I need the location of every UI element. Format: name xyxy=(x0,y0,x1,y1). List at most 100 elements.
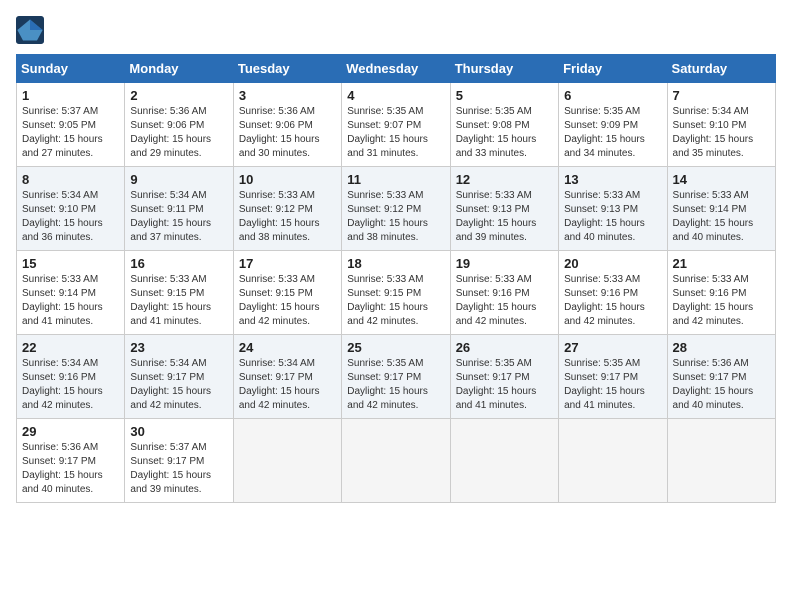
day-number: 3 xyxy=(239,88,336,103)
cell-info: Sunrise: 5:37 AMSunset: 9:05 PMDaylight:… xyxy=(22,105,119,161)
cell-info: Sunrise: 5:34 AMSunset: 9:16 PMDaylight:… xyxy=(22,357,119,413)
calendar-cell: 6 Sunrise: 5:35 AMSunset: 9:09 PMDaylight… xyxy=(559,83,667,167)
day-number: 17 xyxy=(239,256,336,271)
calendar-cell: 4 Sunrise: 5:35 AMSunset: 9:07 PMDaylight… xyxy=(342,83,450,167)
calendar-cell: 28 Sunrise: 5:36 AMSunset: 9:17 PMDayligh… xyxy=(667,335,775,419)
header-day-wednesday: Wednesday xyxy=(342,55,450,83)
calendar-cell: 8 Sunrise: 5:34 AMSunset: 9:10 PMDaylight… xyxy=(17,167,125,251)
cell-info: Sunrise: 5:36 AMSunset: 9:17 PMDaylight:… xyxy=(22,441,119,497)
calendar-cell: 30 Sunrise: 5:37 AMSunset: 9:17 PMDayligh… xyxy=(125,419,233,503)
calendar-cell xyxy=(559,419,667,503)
calendar-cell: 11 Sunrise: 5:33 AMSunset: 9:12 PMDayligh… xyxy=(342,167,450,251)
day-number: 11 xyxy=(347,172,444,187)
day-number: 27 xyxy=(564,340,661,355)
header-day-monday: Monday xyxy=(125,55,233,83)
day-number: 21 xyxy=(673,256,770,271)
cell-info: Sunrise: 5:35 AMSunset: 9:17 PMDaylight:… xyxy=(564,357,661,413)
calendar-cell: 2 Sunrise: 5:36 AMSunset: 9:06 PMDaylight… xyxy=(125,83,233,167)
cell-info: Sunrise: 5:33 AMSunset: 9:12 PMDaylight:… xyxy=(347,189,444,245)
cell-info: Sunrise: 5:34 AMSunset: 9:11 PMDaylight:… xyxy=(130,189,227,245)
week-row-3: 15 Sunrise: 5:33 AMSunset: 9:14 PMDayligh… xyxy=(17,251,776,335)
cell-info: Sunrise: 5:33 AMSunset: 9:14 PMDaylight:… xyxy=(673,189,770,245)
calendar-cell xyxy=(342,419,450,503)
header-day-saturday: Saturday xyxy=(667,55,775,83)
cell-info: Sunrise: 5:33 AMSunset: 9:16 PMDaylight:… xyxy=(564,273,661,329)
calendar-cell: 14 Sunrise: 5:33 AMSunset: 9:14 PMDayligh… xyxy=(667,167,775,251)
cell-info: Sunrise: 5:33 AMSunset: 9:15 PMDaylight:… xyxy=(239,273,336,329)
week-row-4: 22 Sunrise: 5:34 AMSunset: 9:16 PMDayligh… xyxy=(17,335,776,419)
day-number: 25 xyxy=(347,340,444,355)
calendar-cell xyxy=(233,419,341,503)
cell-info: Sunrise: 5:36 AMSunset: 9:06 PMDaylight:… xyxy=(239,105,336,161)
day-number: 10 xyxy=(239,172,336,187)
day-number: 14 xyxy=(673,172,770,187)
calendar-cell: 24Sunrise: 5:34 AMSunset: 9:17 PMDayligh… xyxy=(233,335,341,419)
calendar-cell: 12 Sunrise: 5:33 AMSunset: 9:13 PMDayligh… xyxy=(450,167,558,251)
day-number: 20 xyxy=(564,256,661,271)
day-number: 12 xyxy=(456,172,553,187)
calendar-cell: 16 Sunrise: 5:33 AMSunset: 9:15 PMDayligh… xyxy=(125,251,233,335)
cell-info: Sunrise: 5:35 AMSunset: 9:17 PMDaylight:… xyxy=(456,357,553,413)
cell-info: Sunrise: 5:33 AMSunset: 9:14 PMDaylight:… xyxy=(22,273,119,329)
calendar-cell: 27 Sunrise: 5:35 AMSunset: 9:17 PMDayligh… xyxy=(559,335,667,419)
calendar-cell: 18 Sunrise: 5:33 AMSunset: 9:15 PMDayligh… xyxy=(342,251,450,335)
cell-info: Sunrise: 5:33 AMSunset: 9:15 PMDaylight:… xyxy=(347,273,444,329)
day-number: 28 xyxy=(673,340,770,355)
day-number: 30 xyxy=(130,424,227,439)
calendar-cell: 22 Sunrise: 5:34 AMSunset: 9:16 PMDayligh… xyxy=(17,335,125,419)
day-number: 5 xyxy=(456,88,553,103)
header-day-sunday: Sunday xyxy=(17,55,125,83)
day-number: 26 xyxy=(456,340,553,355)
week-row-5: 29 Sunrise: 5:36 AMSunset: 9:17 PMDayligh… xyxy=(17,419,776,503)
cell-info: Sunrise: 5:33 AMSunset: 9:16 PMDaylight:… xyxy=(456,273,553,329)
cell-info: Sunrise: 5:36 AMSunset: 9:06 PMDaylight:… xyxy=(130,105,227,161)
header xyxy=(16,16,776,44)
day-number: 13 xyxy=(564,172,661,187)
calendar-cell: 10 Sunrise: 5:33 AMSunset: 9:12 PMDayligh… xyxy=(233,167,341,251)
cell-info: Sunrise: 5:33 AMSunset: 9:16 PMDaylight:… xyxy=(673,273,770,329)
calendar-cell: 1Sunrise: 5:37 AMSunset: 9:05 PMDaylight… xyxy=(17,83,125,167)
calendar-table: SundayMondayTuesdayWednesdayThursdayFrid… xyxy=(16,54,776,503)
day-number: 19 xyxy=(456,256,553,271)
day-number: 22 xyxy=(22,340,119,355)
logo-icon xyxy=(16,16,44,44)
cell-info: Sunrise: 5:35 AMSunset: 9:09 PMDaylight:… xyxy=(564,105,661,161)
day-number: 9 xyxy=(130,172,227,187)
day-number: 4 xyxy=(347,88,444,103)
day-number: 2 xyxy=(130,88,227,103)
cell-info: Sunrise: 5:36 AMSunset: 9:17 PMDaylight:… xyxy=(673,357,770,413)
header-day-friday: Friday xyxy=(559,55,667,83)
cell-info: Sunrise: 5:37 AMSunset: 9:17 PMDaylight:… xyxy=(130,441,227,497)
calendar-cell: 15 Sunrise: 5:33 AMSunset: 9:14 PMDayligh… xyxy=(17,251,125,335)
logo xyxy=(16,16,48,44)
day-number: 16 xyxy=(130,256,227,271)
day-number: 8 xyxy=(22,172,119,187)
cell-info: Sunrise: 5:35 AMSunset: 9:17 PMDaylight:… xyxy=(347,357,444,413)
day-number: 6 xyxy=(564,88,661,103)
day-number: 23 xyxy=(130,340,227,355)
cell-info: Sunrise: 5:34 AMSunset: 9:10 PMDaylight:… xyxy=(22,189,119,245)
cell-info: Sunrise: 5:34 AMSunset: 9:17 PMDaylight:… xyxy=(130,357,227,413)
day-number: 7 xyxy=(673,88,770,103)
cell-info: Sunrise: 5:35 AMSunset: 9:08 PMDaylight:… xyxy=(456,105,553,161)
calendar-cell: 17 Sunrise: 5:33 AMSunset: 9:15 PMDayligh… xyxy=(233,251,341,335)
calendar-cell: 19 Sunrise: 5:33 AMSunset: 9:16 PMDayligh… xyxy=(450,251,558,335)
week-row-1: 1Sunrise: 5:37 AMSunset: 9:05 PMDaylight… xyxy=(17,83,776,167)
calendar-cell: 13 Sunrise: 5:33 AMSunset: 9:13 PMDayligh… xyxy=(559,167,667,251)
day-number: 15 xyxy=(22,256,119,271)
calendar-cell: 9 Sunrise: 5:34 AMSunset: 9:11 PMDaylight… xyxy=(125,167,233,251)
cell-info: Sunrise: 5:33 AMSunset: 9:13 PMDaylight:… xyxy=(564,189,661,245)
cell-info: Sunrise: 5:33 AMSunset: 9:12 PMDaylight:… xyxy=(239,189,336,245)
day-number: 29 xyxy=(22,424,119,439)
day-number: 18 xyxy=(347,256,444,271)
cell-info: Sunrise: 5:33 AMSunset: 9:15 PMDaylight:… xyxy=(130,273,227,329)
calendar-cell: 5 Sunrise: 5:35 AMSunset: 9:08 PMDaylight… xyxy=(450,83,558,167)
calendar-cell: 29 Sunrise: 5:36 AMSunset: 9:17 PMDayligh… xyxy=(17,419,125,503)
cell-info: Sunrise: 5:35 AMSunset: 9:07 PMDaylight:… xyxy=(347,105,444,161)
week-row-2: 8 Sunrise: 5:34 AMSunset: 9:10 PMDaylight… xyxy=(17,167,776,251)
cell-info: Sunrise: 5:33 AMSunset: 9:13 PMDaylight:… xyxy=(456,189,553,245)
day-number: 24 xyxy=(239,340,336,355)
calendar-cell: 23 Sunrise: 5:34 AMSunset: 9:17 PMDayligh… xyxy=(125,335,233,419)
header-day-thursday: Thursday xyxy=(450,55,558,83)
header-day-tuesday: Tuesday xyxy=(233,55,341,83)
